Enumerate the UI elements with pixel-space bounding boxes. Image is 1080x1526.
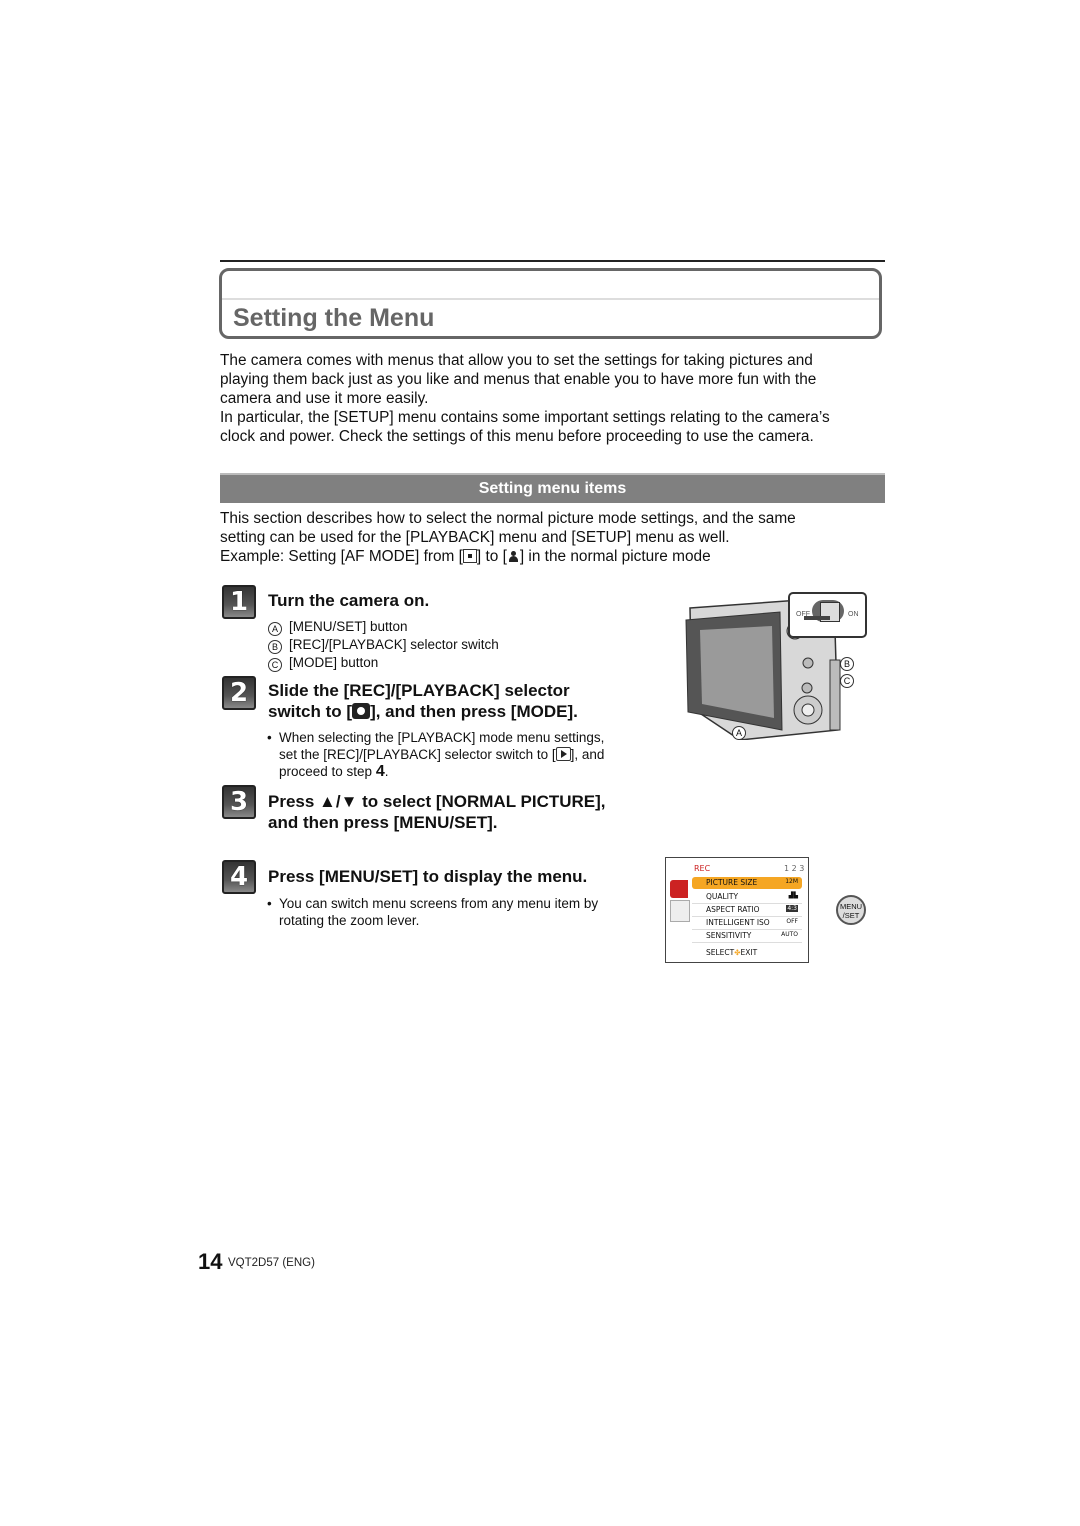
section-line: This section describes how to select the… — [220, 510, 796, 527]
menu-set-button-icon: MENU /SET — [836, 895, 866, 925]
document-code: VQT2D57 (ENG) — [228, 1257, 315, 1269]
callout-a-marker: A — [268, 622, 282, 636]
intro-paragraph-2: In particular, the [SETUP] menu contains… — [220, 408, 890, 446]
intro-line: clock and power. Check the settings of t… — [220, 428, 814, 445]
step-3-title: Press ▲/▼ to select [NORMAL PICTURE], an… — [268, 792, 606, 832]
header-rule — [220, 260, 885, 262]
page-title: Setting the Menu — [233, 304, 435, 332]
callout-b-marker: B — [268, 640, 282, 654]
camera-rec-icon — [352, 703, 371, 719]
step-4-note: • You can switch menu screens from any m… — [267, 896, 599, 928]
step-1-items: A [MENU/SET] button B [REC]/[PLAYBACK] sel… — [268, 618, 499, 672]
step-4-title: Press [MENU/SET] to display the menu. — [268, 867, 588, 886]
setup-tab-icon — [670, 900, 690, 922]
callout-b: B — [840, 657, 854, 671]
switch-on-label: ON — [848, 611, 859, 618]
callout-a: A — [732, 726, 746, 740]
power-switch-inset: OFF ON — [788, 592, 867, 638]
callout-item-a: A [MENU/SET] button — [268, 618, 499, 636]
step-2-note: • When selecting the [PLAYBACK] mode men… — [267, 730, 605, 780]
arrow-right-icon — [804, 616, 830, 620]
single-area-af-icon — [462, 549, 477, 563]
intro-line: The camera comes with menus that allow y… — [220, 352, 813, 369]
section-line: setting can be used for the [PLAYBACK] m… — [220, 529, 730, 546]
page-number: 14 — [198, 1249, 223, 1274]
step-4-number: 4 — [222, 860, 256, 894]
menu-item-intelligent-iso[interactable]: INTELLIGENT ISO OFF — [692, 917, 802, 930]
section-heading: Setting menu items — [220, 473, 885, 503]
intro-paragraph-1: The camera comes with menus that allow y… — [220, 351, 890, 408]
playback-icon — [555, 747, 571, 761]
menu-header: REC — [694, 864, 711, 873]
menu-screen-illustration: REC 1 2 3 PICTURE SIZE 12M QUALITY ▟▙ AS… — [665, 857, 809, 963]
camera-illustration: OFF ON B C A — [680, 590, 880, 741]
step-3-number: 3 — [222, 785, 256, 819]
step-ref: 4 — [375, 763, 385, 780]
title-box-divider — [222, 298, 879, 300]
intro-line: camera and use it more easily. — [220, 390, 429, 407]
step-1-title: Turn the camera on. — [268, 591, 430, 610]
step-1-number: 1 — [222, 585, 256, 619]
menu-item-sensitivity[interactable]: SENSITIVITY AUTO — [692, 930, 802, 943]
rec-tab-icon — [670, 880, 688, 898]
section-description: This section describes how to select the… — [220, 509, 890, 566]
menu-item-picture-size[interactable]: PICTURE SIZE 12M — [692, 877, 802, 889]
step-2-title: Slide the [REC]/[PLAYBACK] selector swit… — [268, 681, 578, 721]
menu-item-quality[interactable]: QUALITY ▟▙ — [692, 891, 802, 904]
menu-item-aspect-ratio[interactable]: ASPECT RATIO 4:3 — [692, 904, 802, 917]
intro-line: In particular, the [SETUP] menu contains… — [220, 409, 830, 426]
callout-c: C — [840, 674, 854, 688]
intro-line: playing them back just as you like and m… — [220, 371, 817, 388]
callout-c-marker: C — [268, 658, 282, 672]
menu-footer: SELECT✤EXIT — [706, 948, 758, 957]
example-line: Example: Setting [AF MODE] from [] to []… — [220, 548, 711, 565]
menu-page-indicator: 1 2 3 — [784, 864, 805, 873]
callout-item-c: C [MODE] button — [268, 654, 499, 672]
face-detection-af-icon — [507, 550, 520, 563]
callout-item-b: B [REC]/[PLAYBACK] selector switch — [268, 636, 499, 654]
step-2-number: 2 — [222, 676, 256, 710]
title-box: Setting the Menu — [219, 268, 882, 339]
